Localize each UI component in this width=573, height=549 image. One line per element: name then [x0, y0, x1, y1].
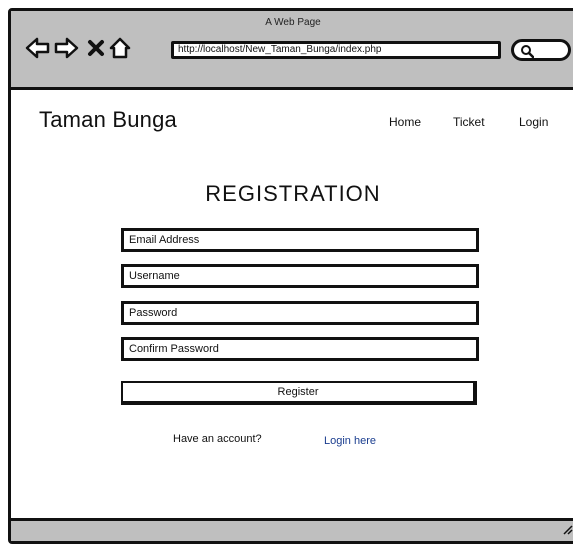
browser-toolbar: A Web Page http://localhost/New_Taman_Bu… [11, 11, 573, 90]
nav-home-link[interactable]: Home [389, 115, 421, 129]
status-bar [11, 518, 573, 541]
confirm-password-input[interactable] [121, 337, 479, 361]
registration-heading: REGISTRATION [205, 181, 381, 206]
nav-ticket-link[interactable]: Ticket [453, 115, 485, 129]
resize-handle-icon[interactable] [561, 522, 573, 540]
nav-login-link[interactable]: Login [519, 115, 548, 129]
search-box[interactable] [511, 39, 571, 61]
window-title: A Web Page [265, 17, 321, 28]
back-arrow-icon[interactable] [25, 35, 51, 61]
login-here-link[interactable]: Login here [324, 435, 376, 447]
email-input[interactable] [121, 228, 479, 252]
address-bar[interactable]: http://localhost/New_Taman_Bunga/index.p… [171, 41, 501, 59]
close-x-icon[interactable] [83, 35, 109, 61]
home-icon[interactable] [107, 35, 133, 61]
search-icon [520, 44, 535, 63]
account-prompt-text: Have an account? [173, 433, 262, 445]
password-input[interactable] [121, 301, 479, 325]
site-title: Taman Bunga [39, 107, 177, 132]
browser-window: A Web Page http://localhost/New_Taman_Bu… [8, 8, 573, 544]
forward-arrow-icon[interactable] [53, 35, 79, 61]
username-input[interactable] [121, 264, 479, 288]
register-button[interactable]: Register [121, 381, 477, 405]
